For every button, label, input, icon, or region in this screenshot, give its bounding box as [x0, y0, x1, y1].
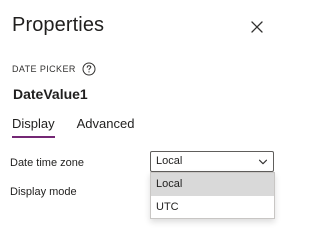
date-time-zone-value: Local	[156, 155, 183, 167]
properties-panel: Properties DATE PICKER DateValue1 Displa…	[0, 0, 283, 220]
control-kind-label: DATE PICKER	[12, 64, 76, 74]
control-kind-row: DATE PICKER	[12, 61, 96, 77]
control-name: DateValue1	[13, 86, 88, 102]
chevron-down-icon	[258, 157, 268, 167]
tab-display[interactable]: Display	[12, 116, 55, 138]
tab-advanced[interactable]: Advanced	[77, 116, 135, 138]
date-time-zone-select[interactable]: Local	[150, 151, 274, 172]
display-mode-label: Display mode	[10, 186, 77, 198]
help-circle-icon[interactable]	[82, 62, 96, 76]
option-utc[interactable]: UTC	[151, 196, 274, 219]
close-icon[interactable]	[248, 18, 266, 36]
property-tabs: Display Advanced	[12, 116, 156, 138]
option-local[interactable]: Local	[151, 173, 274, 196]
panel-title: Properties	[12, 14, 105, 36]
date-time-zone-label: Date time zone	[10, 157, 84, 169]
time-zone-dropdown-list: Local UTC	[150, 172, 275, 219]
